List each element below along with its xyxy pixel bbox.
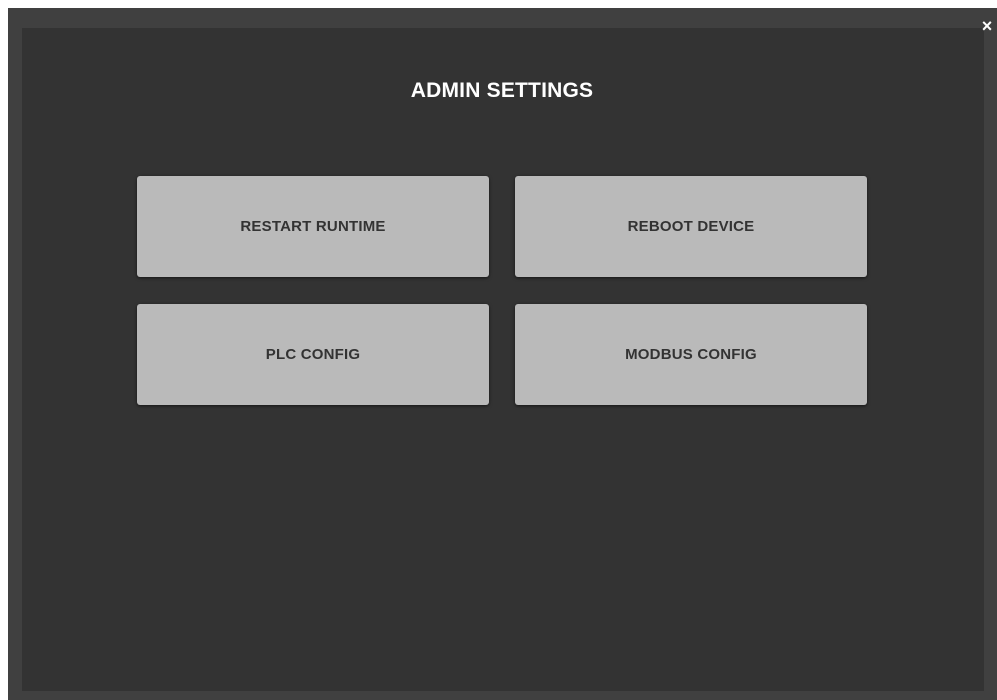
close-icon[interactable]: × (979, 16, 995, 36)
modbus-config-button[interactable]: MODBUS CONFIG (515, 304, 867, 405)
page-title: ADMIN SETTINGS (410, 79, 594, 102)
restart-runtime-button[interactable]: RESTART RUNTIME (137, 176, 489, 277)
reboot-device-button[interactable]: REBOOT DEVICE (515, 176, 867, 277)
plc-config-button[interactable]: PLC CONFIG (137, 304, 489, 405)
